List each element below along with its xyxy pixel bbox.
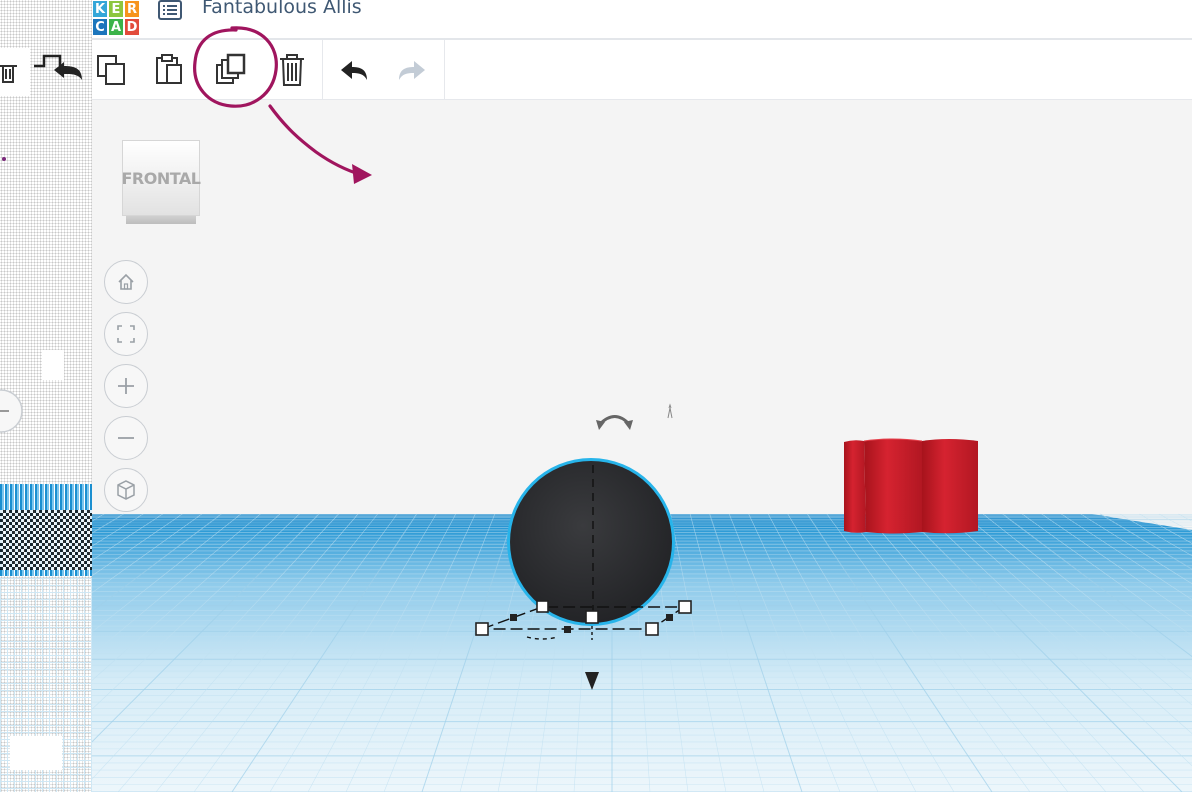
redo-icon — [399, 61, 425, 80]
undo-icon-partial — [34, 54, 82, 80]
3d-workplane[interactable]: FRONTAL — [92, 100, 1192, 792]
view-cube-base — [126, 216, 196, 224]
logo-letter: D — [124, 18, 140, 36]
minus-icon — [118, 437, 134, 439]
sphere-shape[interactable] — [507, 458, 675, 626]
glitch-dark-band — [0, 510, 92, 570]
glitch-block — [42, 350, 64, 380]
left-glitch-panel — [0, 0, 92, 792]
logo-letter: C — [92, 18, 108, 36]
toolbar-divider — [322, 40, 323, 100]
cube-icon — [117, 480, 135, 500]
duplicate-icon — [216, 53, 246, 84]
fit-view-button[interactable] — [104, 312, 148, 356]
rotate-handle[interactable] — [596, 415, 633, 431]
side-handle — [666, 614, 673, 621]
red-shape[interactable] — [844, 438, 978, 534]
toolbar-divider — [444, 40, 445, 100]
copy-button[interactable] — [90, 48, 134, 92]
trash-icon-partial — [0, 65, 17, 83]
resize-handle — [536, 600, 549, 613]
logo-letter: E — [108, 0, 124, 18]
copy-icon — [97, 55, 125, 85]
header-bar: K E R C A D Fantabulous Allis — [92, 0, 1192, 40]
logo-letter: A — [108, 18, 124, 36]
resize-handle — [678, 600, 692, 614]
side-handle — [510, 614, 517, 621]
logo-letter: K — [92, 0, 108, 18]
resize-handle — [475, 622, 489, 636]
plus-icon — [118, 378, 134, 394]
tinkercad-logo[interactable]: K E R C A D — [92, 0, 140, 36]
glitch-block — [10, 736, 62, 770]
home-icon — [118, 273, 134, 290]
undo-button[interactable] — [332, 48, 376, 92]
zoom-in-button[interactable] — [104, 364, 148, 408]
resize-handle — [585, 610, 599, 624]
design-list-icon[interactable] — [158, 0, 182, 20]
paste-icon — [156, 54, 182, 84]
trash-icon — [280, 54, 304, 86]
resize-handle — [645, 622, 659, 636]
lift-handle[interactable] — [667, 403, 673, 419]
perspective-button[interactable] — [104, 468, 148, 512]
side-handle — [564, 626, 571, 633]
minus-icon-partial — [0, 389, 23, 433]
home-view-button[interactable] — [104, 260, 148, 304]
duplicate-button[interactable] — [210, 48, 254, 92]
grid-plane[interactable] — [92, 100, 1192, 792]
logo-letter: R — [124, 0, 140, 18]
fit-all-icon — [117, 325, 135, 343]
delete-button[interactable] — [270, 48, 314, 92]
redo-button[interactable] — [390, 48, 434, 92]
edit-toolbar — [92, 40, 1192, 100]
document-title[interactable]: Fantabulous Allis — [202, 0, 362, 18]
view-cube-face[interactable]: FRONTAL — [122, 140, 201, 216]
zoom-out-button[interactable] — [104, 416, 148, 460]
paste-button[interactable] — [148, 48, 192, 92]
undo-icon — [341, 61, 367, 80]
view-cube[interactable]: FRONTAL — [122, 140, 201, 224]
